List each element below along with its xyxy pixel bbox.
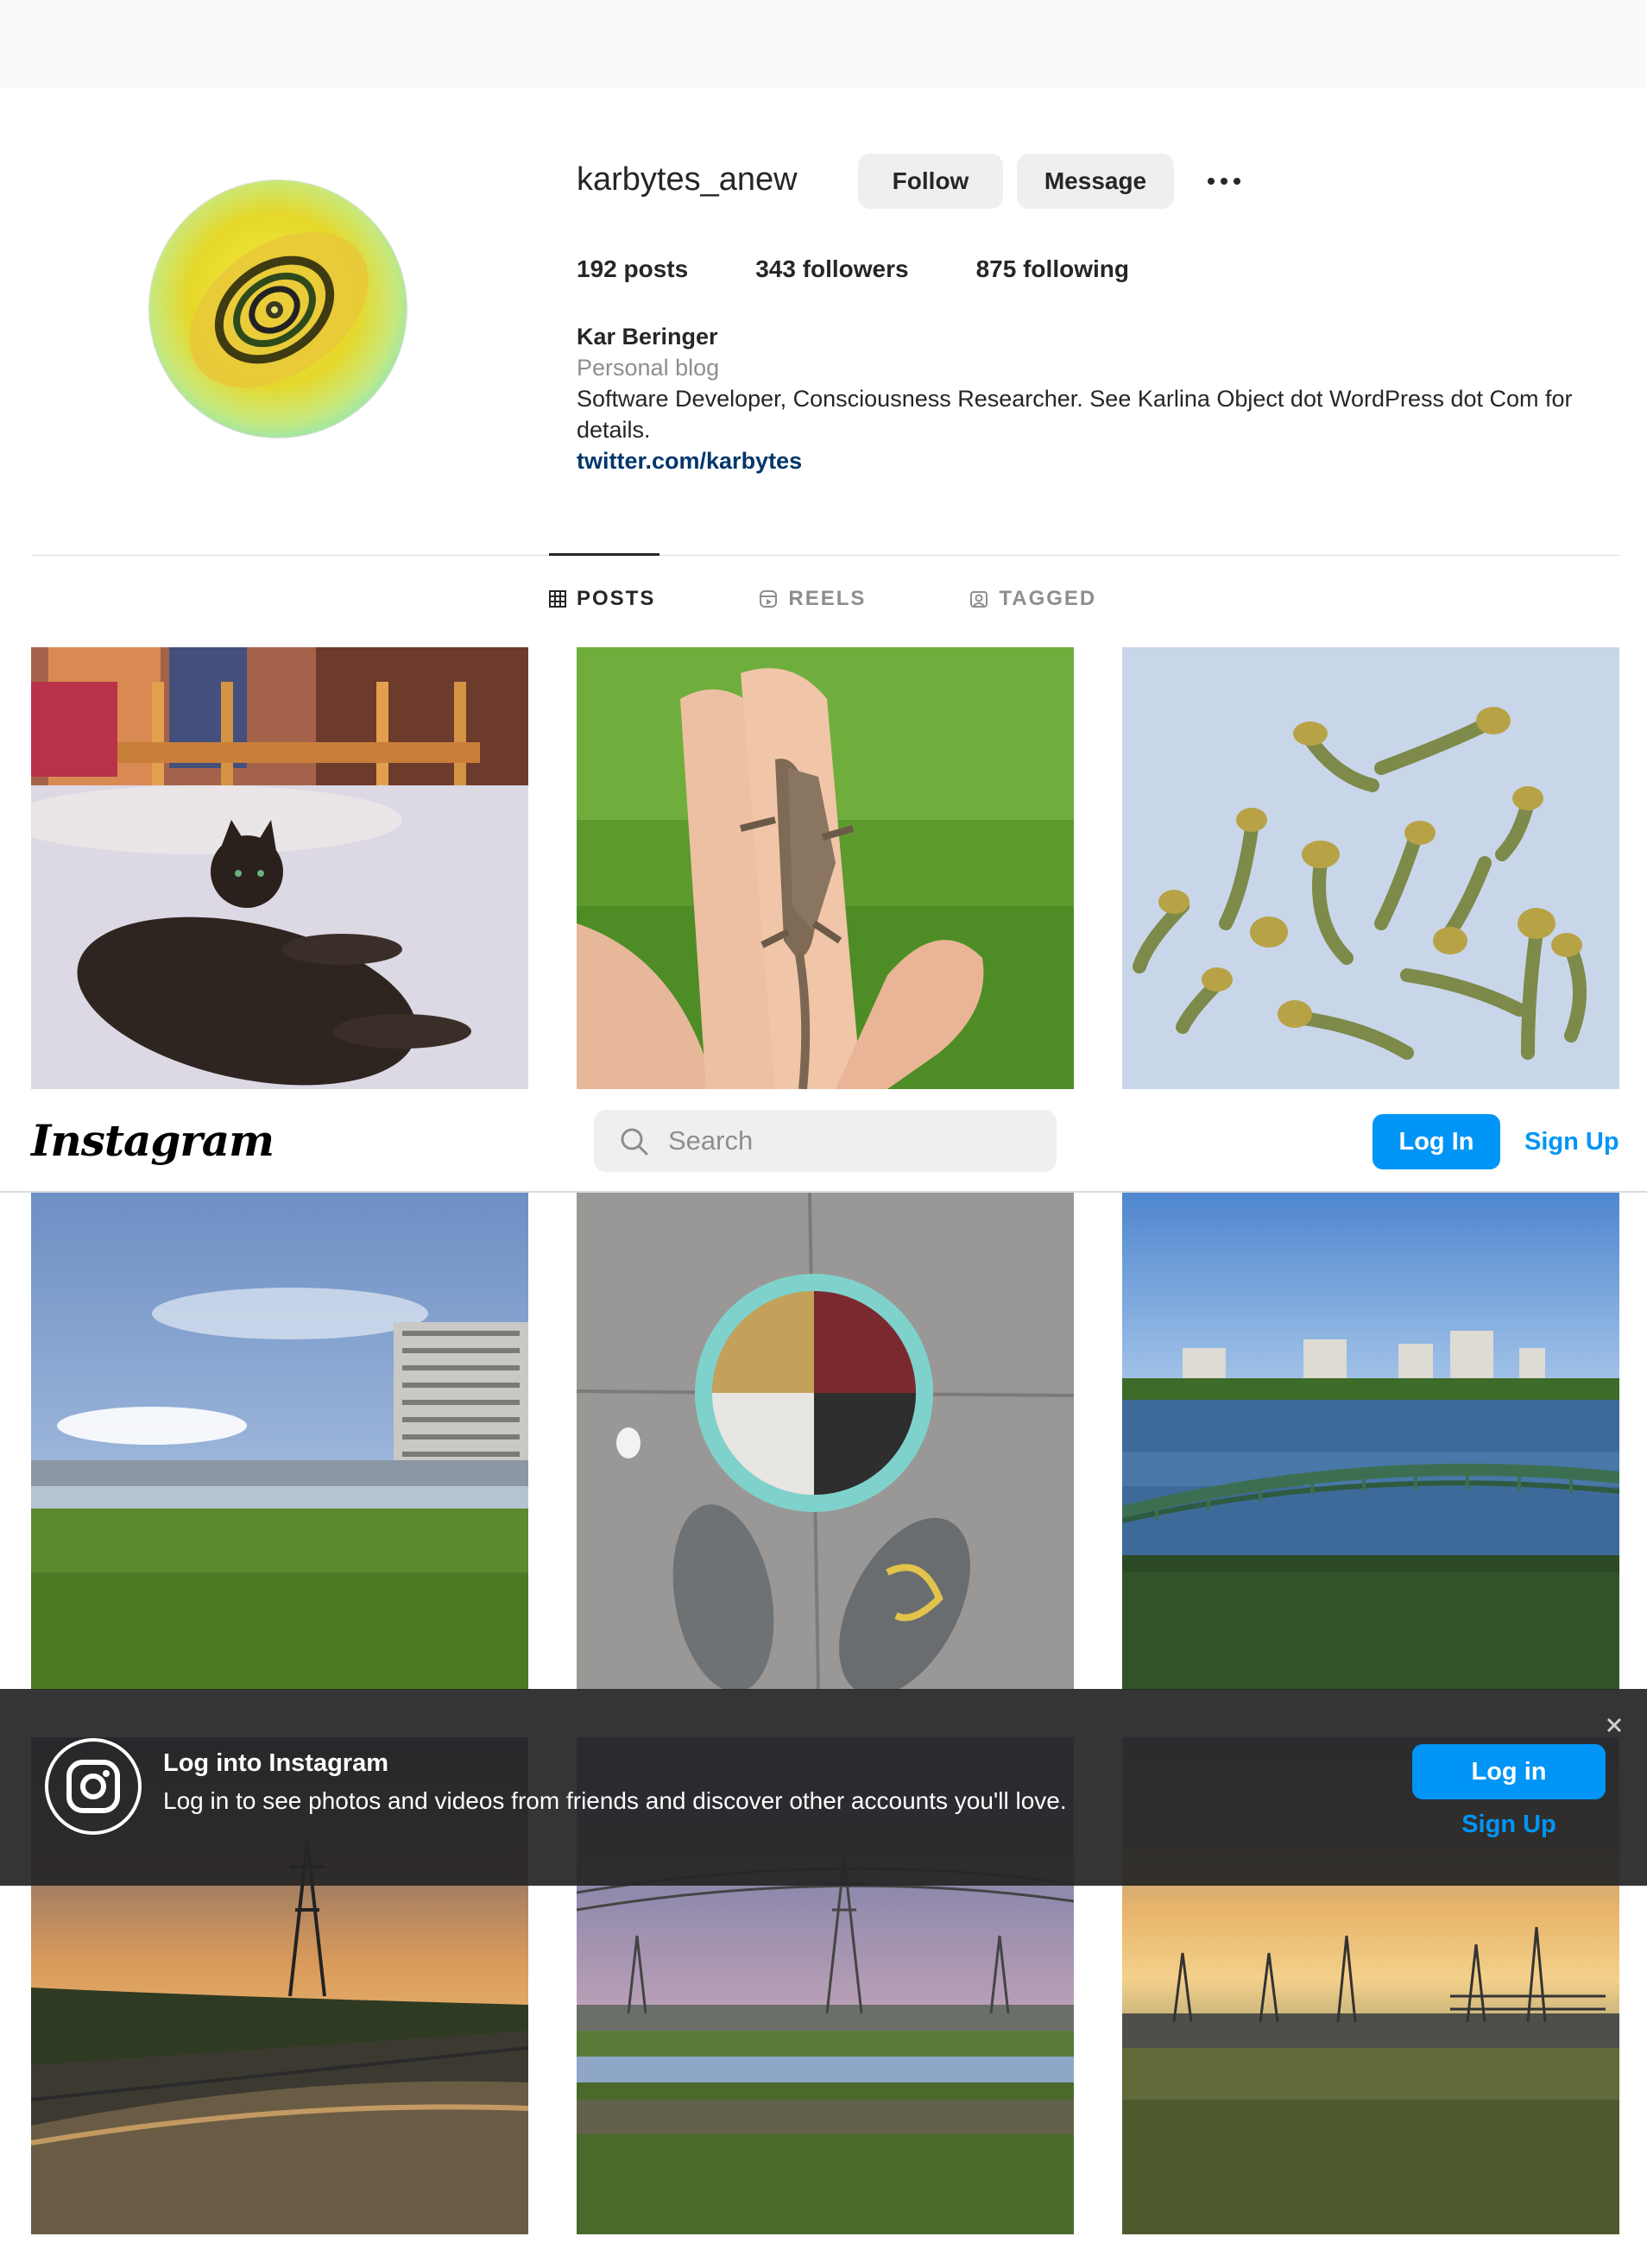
bio-name: Kar Beringer bbox=[577, 324, 718, 350]
reels-icon bbox=[760, 590, 778, 608]
post-tile-bridge-lake[interactable] bbox=[1122, 1193, 1619, 1690]
profile-tabs: POSTS REELS TAGGED bbox=[549, 582, 1200, 616]
banner-login-button[interactable]: Log in bbox=[1412, 1744, 1606, 1799]
profile-bio: Kar Beringer Personal blog Software Deve… bbox=[577, 321, 1612, 476]
search-icon bbox=[621, 1128, 648, 1156]
post-tile-circle-feet[interactable] bbox=[577, 1193, 1074, 1690]
posts-stat: 192 posts bbox=[577, 255, 688, 290]
posts-label: posts bbox=[623, 255, 689, 282]
top-strip bbox=[0, 0, 1647, 88]
close-icon[interactable] bbox=[1602, 1713, 1626, 1737]
bio-category: Personal blog bbox=[577, 355, 720, 381]
post-tile-lake-grass[interactable] bbox=[31, 1193, 528, 1690]
tab-tagged-label: TAGGED bbox=[999, 587, 1097, 610]
followers-count: 343 bbox=[755, 255, 796, 282]
tab-posts[interactable]: POSTS bbox=[549, 582, 655, 616]
banner-subtitle: Log in to see photos and videos from fri… bbox=[163, 1787, 1067, 1814]
followers-stat[interactable]: 343 followers bbox=[755, 255, 908, 290]
login-banner: Log into Instagram Log in to see photos … bbox=[0, 1689, 1647, 1886]
following-count: 875 bbox=[975, 255, 1017, 282]
banner-signup-link[interactable]: Sign Up bbox=[1412, 1811, 1606, 1839]
search-box[interactable] bbox=[594, 1110, 1057, 1172]
navbar-signup-link[interactable]: Sign Up bbox=[1524, 1114, 1619, 1169]
message-button[interactable]: Message bbox=[1017, 154, 1174, 209]
search-input[interactable] bbox=[668, 1120, 1031, 1162]
active-tab-indicator bbox=[549, 553, 659, 556]
tabs-divider bbox=[31, 555, 1619, 556]
following-stat[interactable]: 875 following bbox=[976, 255, 1129, 290]
instagram-logo[interactable]: Instagram bbox=[31, 1113, 274, 1169]
instagram-glyph-icon bbox=[45, 1738, 142, 1835]
banner-title: Log into Instagram bbox=[163, 1749, 388, 1777]
profile-username: karbytes_anew bbox=[577, 161, 798, 198]
tab-tagged[interactable]: TAGGED bbox=[969, 582, 1096, 616]
tagged-icon bbox=[970, 591, 988, 608]
post-tile-mushrooms[interactable] bbox=[1122, 647, 1619, 1089]
top-navbar: Instagram Log In Sign Up bbox=[0, 1089, 1647, 1193]
tab-reels[interactable]: REELS bbox=[759, 582, 866, 616]
following-label: following bbox=[1023, 255, 1129, 282]
profile-avatar[interactable] bbox=[148, 180, 407, 438]
post-tile-lizard[interactable] bbox=[577, 647, 1074, 1089]
tab-posts-label: POSTS bbox=[577, 587, 656, 610]
follow-button[interactable]: Follow bbox=[858, 154, 1003, 209]
bio-link[interactable]: twitter.com/karbytes bbox=[577, 445, 1612, 476]
navbar-login-button[interactable]: Log In bbox=[1372, 1114, 1500, 1169]
post-tile-cat[interactable] bbox=[31, 647, 528, 1089]
bio-description: Software Developer, Consciousness Resear… bbox=[577, 386, 1573, 443]
profile-stats: 192 posts 343 followers 875 following bbox=[577, 255, 1196, 290]
more-options-icon[interactable] bbox=[1202, 162, 1246, 200]
followers-label: followers bbox=[802, 255, 909, 282]
tab-reels-label: REELS bbox=[788, 587, 867, 610]
posts-count: 192 bbox=[577, 255, 617, 282]
grid-icon bbox=[549, 590, 566, 608]
